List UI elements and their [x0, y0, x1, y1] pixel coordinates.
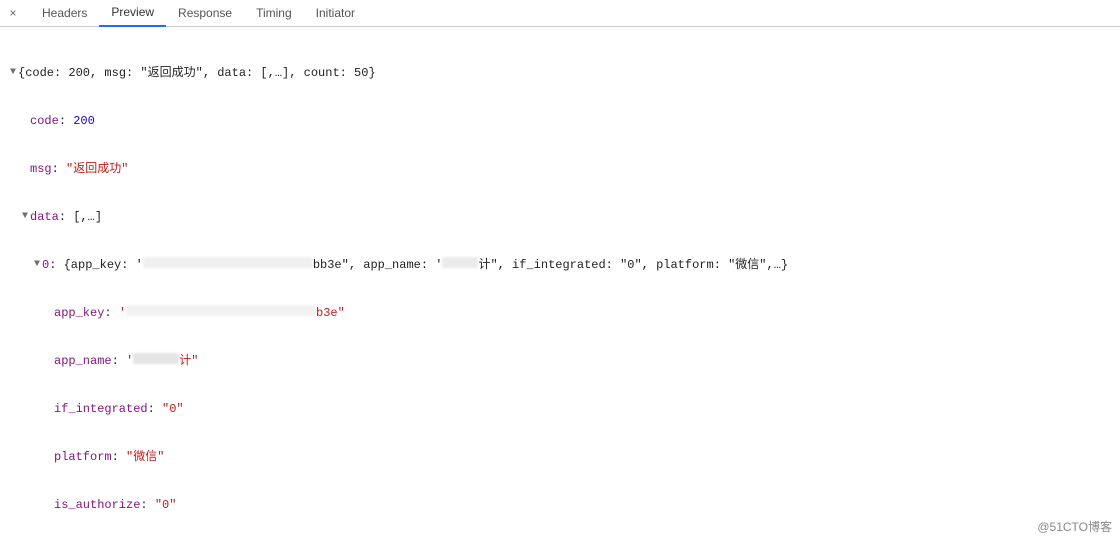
field-app-key[interactable]: ▼app_key: 'b3e": [8, 305, 1120, 321]
caret-down-icon[interactable]: ▼: [32, 257, 42, 273]
field-code[interactable]: ▼code: 200: [8, 113, 1120, 129]
field-msg[interactable]: ▼msg: "返回成功": [8, 161, 1120, 177]
close-icon[interactable]: ×: [6, 6, 20, 20]
field-app-name[interactable]: ▼app_name: '计": [8, 353, 1120, 369]
tab-response[interactable]: Response: [166, 0, 244, 26]
field-data[interactable]: ▼data: [,…]: [8, 209, 1120, 225]
field-if-integrated[interactable]: ▼if_integrated: "0": [8, 401, 1120, 417]
tab-headers[interactable]: Headers: [30, 0, 99, 26]
tab-preview[interactable]: Preview: [99, 0, 166, 27]
caret-down-icon[interactable]: ▼: [8, 65, 18, 81]
caret-down-icon[interactable]: ▼: [20, 209, 30, 225]
response-preview-tree: ▼{code: 200, msg: "返回成功", data: [,…], co…: [0, 27, 1120, 541]
field-is-authorize[interactable]: ▼is_authorize: "0": [8, 497, 1120, 513]
field-platform[interactable]: ▼platform: "微信": [8, 449, 1120, 465]
data-item-0[interactable]: ▼0: {app_key: 'bb3e", app_name: '计", if_…: [8, 257, 1120, 273]
devtools-tabs: × Headers Preview Response Timing Initia…: [0, 0, 1120, 27]
tab-timing[interactable]: Timing: [244, 0, 304, 26]
tab-initiator[interactable]: Initiator: [304, 0, 367, 26]
watermark: @51CTO博客: [1037, 518, 1112, 535]
root-summary[interactable]: ▼{code: 200, msg: "返回成功", data: [,…], co…: [8, 65, 1120, 81]
